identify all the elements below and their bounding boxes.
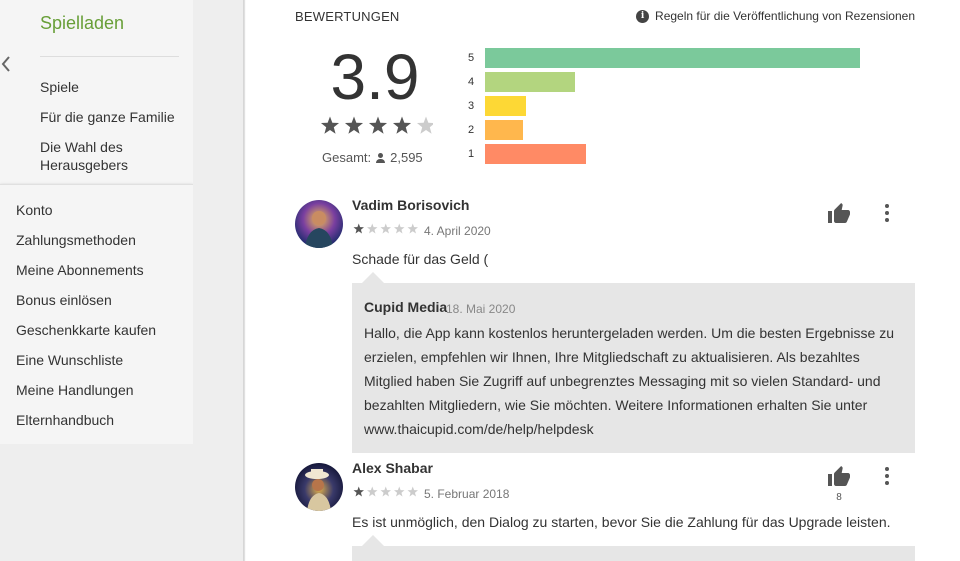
reply-pointer	[362, 535, 384, 546]
reply-text: Hallo, die App kann kostenlos herunterge…	[364, 321, 894, 441]
review-policy-label[interactable]: Regeln für die Veröffentlichung von Reze…	[655, 9, 915, 23]
menu-item-redeem[interactable]: Bonus einlösen	[16, 292, 112, 308]
histogram-bar	[485, 96, 526, 116]
menu-item-payment-methods[interactable]: Zahlungsmethoden	[16, 232, 136, 248]
histogram-bar	[485, 48, 860, 68]
reply-text-line: bezahlten Mitgliedern, wie Sie möchten. …	[364, 397, 868, 413]
menu-item-account[interactable]: Konto	[16, 202, 53, 218]
star-icon	[394, 223, 405, 234]
category-item-games[interactable]: Spiele	[40, 78, 180, 96]
histogram-bar	[485, 72, 575, 92]
store-title[interactable]: Spielladen	[40, 13, 124, 34]
reply-text-line: www.thaicupid.com/de/help/helpdesk	[364, 421, 594, 437]
star-icon	[394, 486, 405, 497]
star-icon	[367, 223, 378, 234]
review-text: Schade für das Geld (	[352, 251, 489, 267]
menu-item-gift-card[interactable]: Geschenkkarte kaufen	[16, 322, 156, 338]
review-stars	[353, 486, 418, 497]
chevron-left-icon[interactable]	[0, 53, 12, 75]
avatar	[295, 463, 343, 511]
reply-date: 18. Mai 2020	[446, 302, 516, 316]
total-ratings: Gesamt: 2,595	[322, 150, 423, 165]
review-date: 5. Februar 2018	[424, 487, 510, 501]
sidebar-divider	[40, 56, 179, 57]
total-count: 2,595	[390, 150, 423, 165]
sidebar-background	[0, 444, 245, 561]
sidebar-account-menu: Konto Zahlungsmethoden Meine Abonnements…	[0, 184, 193, 444]
star-icon	[380, 486, 391, 497]
more-vert-icon[interactable]	[885, 204, 889, 222]
like-count: 8	[836, 492, 842, 503]
histogram-row: 2	[468, 120, 523, 140]
avatar	[295, 200, 343, 248]
menu-item-activity[interactable]: Meine Handlungen	[16, 382, 134, 398]
star-icon	[416, 116, 433, 134]
average-rating-stars	[320, 116, 433, 134]
star-icon	[344, 116, 364, 134]
category-item-editors-choice[interactable]: Die Wahl des Herausgebers	[40, 138, 180, 174]
sidebar-categories-panel: Spielladen Spiele Für die ganze Familie …	[0, 0, 193, 184]
star-icon	[320, 116, 340, 134]
histogram-label: 2	[468, 124, 475, 136]
review-date: 4. April 2020	[424, 224, 491, 238]
total-label: Gesamt:	[322, 150, 372, 165]
category-item-family[interactable]: Für die ganze Familie	[40, 108, 180, 126]
histogram-label: 4	[468, 76, 475, 88]
thumb-up-icon[interactable]	[827, 202, 851, 226]
reviewer-name: Vadim Borisovich	[352, 197, 470, 213]
star-icon	[407, 223, 418, 234]
histogram-label: 5	[468, 52, 475, 64]
reply-author: Cupid Media	[364, 299, 448, 315]
star-icon	[367, 486, 378, 497]
menu-item-wishlist[interactable]: Eine Wunschliste	[16, 352, 123, 368]
histogram-row: 4	[468, 72, 575, 92]
reply-text-line: erzielen, empfehlen wir Ihnen, Ihre Mitg…	[364, 349, 860, 365]
developer-reply	[352, 546, 915, 561]
person-icon	[376, 152, 386, 163]
star-icon	[407, 486, 418, 497]
star-icon	[380, 223, 391, 234]
reply-text-line: Hallo, die App kann kostenlos herunterge…	[364, 325, 894, 341]
menu-item-subscriptions[interactable]: Meine Abonnements	[16, 262, 144, 278]
thumb-up-icon[interactable]	[827, 465, 851, 489]
histogram-bar	[485, 120, 523, 140]
histogram-label: 1	[468, 148, 475, 160]
reply-text-line: Mitglied haben Sie Zugriff auf unbegrenz…	[364, 373, 881, 389]
more-vert-icon[interactable]	[885, 467, 889, 485]
content-edge-shadow	[243, 0, 246, 561]
star-icon	[392, 116, 412, 134]
review-policy-link[interactable]: i Regeln für die Veröffentlichung von Re…	[636, 9, 915, 23]
star-icon	[353, 223, 364, 234]
reviewer-name: Alex Shabar	[352, 460, 433, 476]
histogram-bar	[485, 144, 586, 164]
average-rating: 3.9	[330, 41, 420, 113]
histogram-row: 5	[468, 48, 860, 68]
developer-reply: Cupid Media 18. Mai 2020 Hallo, die App …	[352, 283, 915, 453]
review-stars	[353, 223, 418, 234]
ratings-section-title: BEWERTUNGEN	[295, 9, 400, 24]
histogram-label: 3	[468, 100, 475, 112]
review-text: Es ist unmöglich, den Dialog zu starten,…	[352, 514, 891, 530]
star-icon	[368, 116, 388, 134]
menu-item-parent-guide[interactable]: Elternhandbuch	[16, 412, 114, 428]
histogram-row: 1	[468, 144, 586, 164]
info-icon: i	[636, 9, 650, 23]
histogram-row: 3	[468, 96, 526, 116]
reply-pointer	[362, 272, 384, 283]
star-icon	[353, 486, 364, 497]
